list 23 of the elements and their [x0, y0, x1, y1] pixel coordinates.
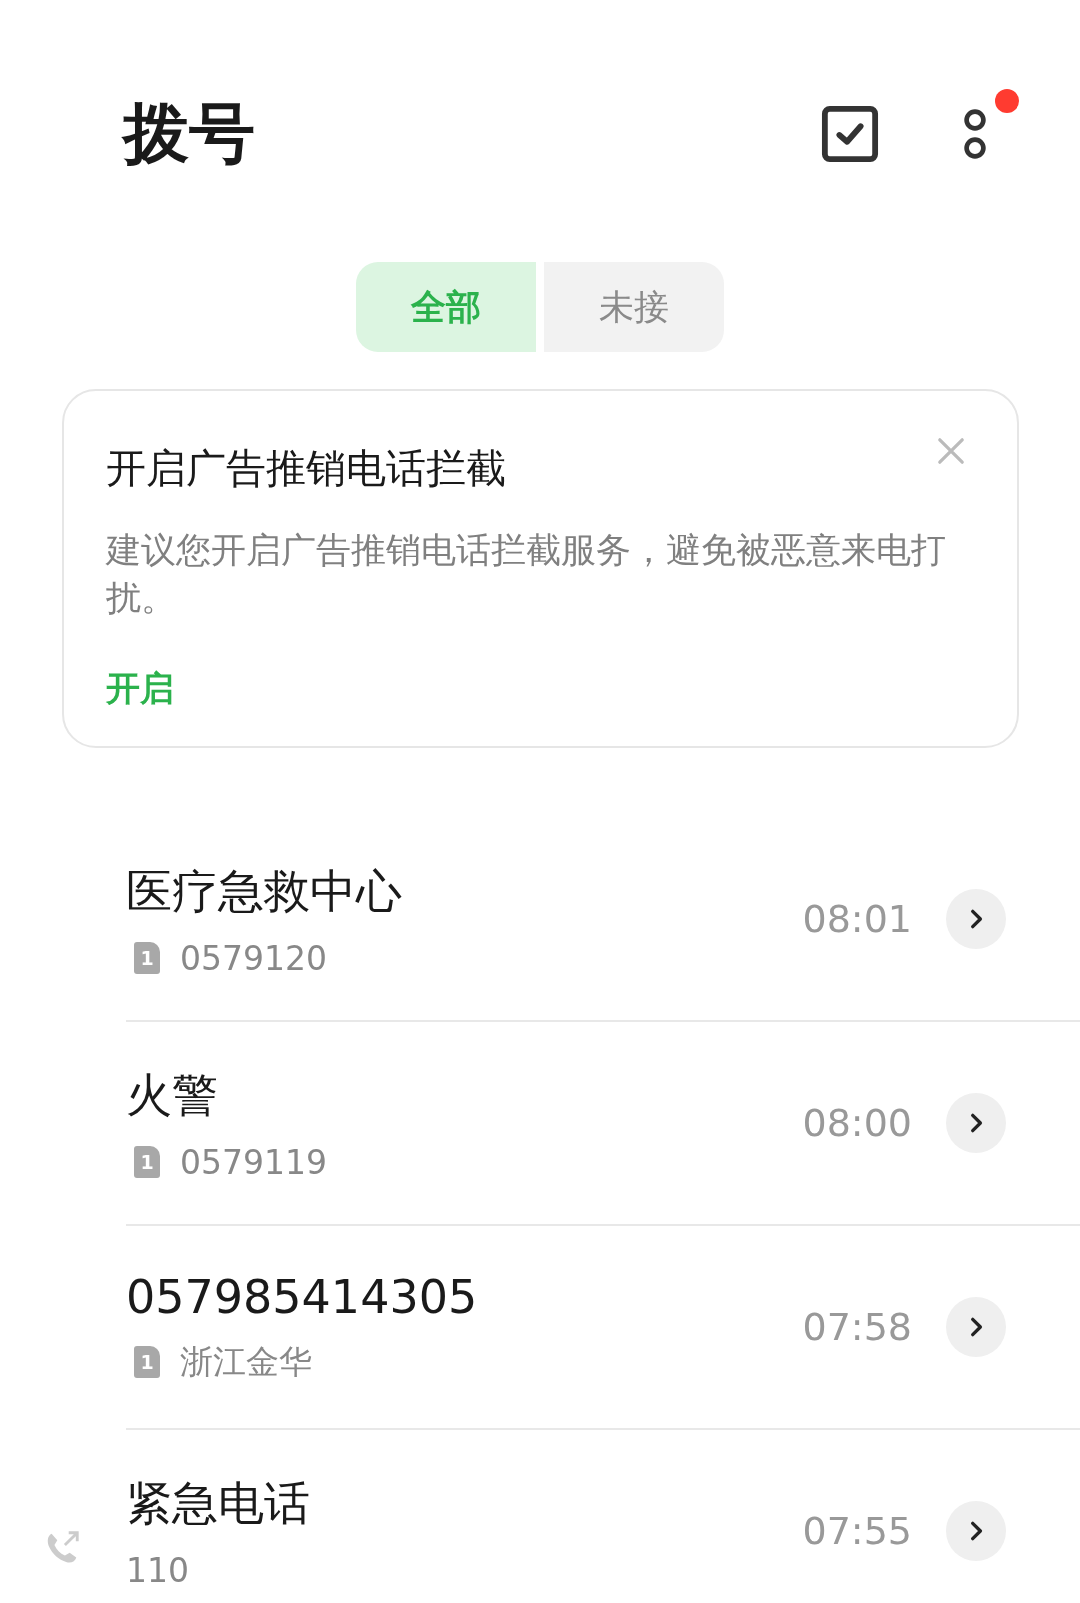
- call-time: 07:58: [802, 1305, 912, 1349]
- close-icon[interactable]: [937, 437, 965, 465]
- enable-link[interactable]: 开启: [106, 666, 965, 712]
- contact-name: 医疗急救中心: [126, 862, 403, 920]
- sim-icon: 1: [134, 942, 160, 974]
- filter-tab[interactable]: 未接: [544, 262, 724, 352]
- contact-name: 火警: [126, 1066, 219, 1124]
- call-detail: 0579120: [180, 938, 327, 978]
- call-detail: 110: [126, 1550, 189, 1590]
- call-time: 08:01: [802, 897, 912, 941]
- checkbox-icon[interactable]: [821, 105, 879, 163]
- banner-text: 建议您开启广告推销电话拦截服务，避免被恶意来电打扰。: [106, 529, 947, 620]
- contact-name: 057985414305: [126, 1269, 479, 1324]
- filter-tab[interactable]: 全部: [356, 262, 536, 352]
- call-detail: 0579119: [180, 1142, 327, 1182]
- call-time: 08:00: [802, 1101, 912, 1145]
- sim-icon: 1: [134, 1146, 160, 1178]
- call-time: 07:55: [802, 1509, 912, 1553]
- page-title: 拨号: [123, 94, 255, 174]
- sim-icon: 1: [134, 1346, 160, 1378]
- call-detail: 浙江金华: [180, 1340, 312, 1383]
- banner-title: 开启广告推销电话拦截: [106, 444, 506, 493]
- contact-name: 紧急电话: [126, 1474, 311, 1532]
